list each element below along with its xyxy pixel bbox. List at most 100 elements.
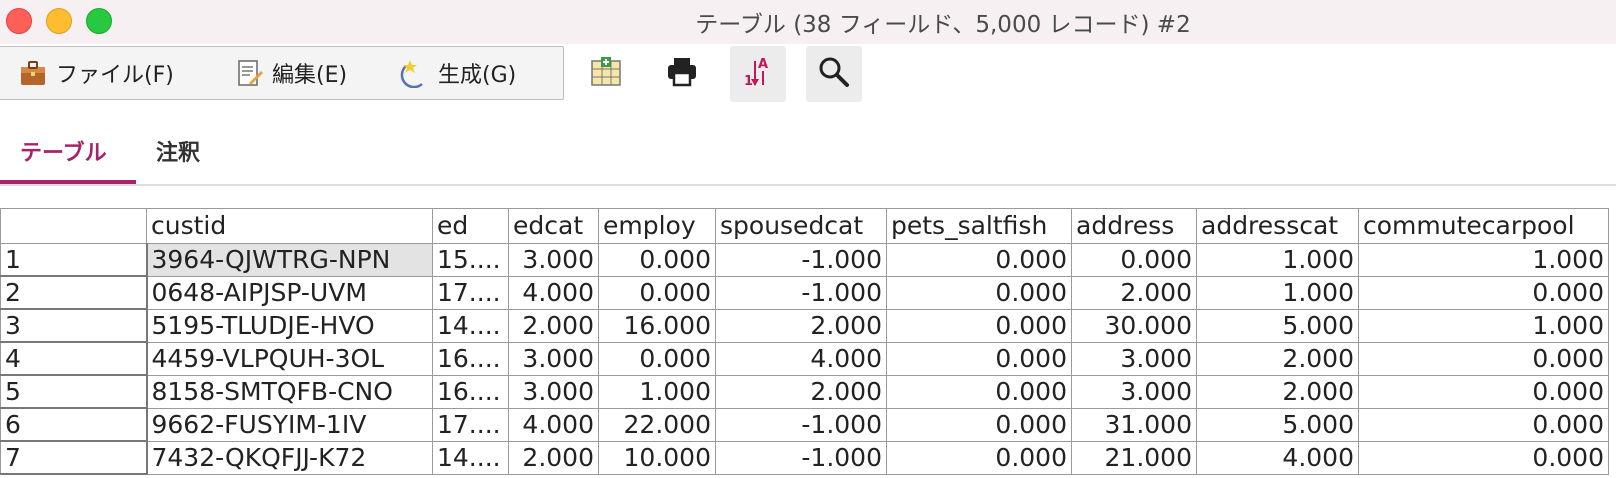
cell-custid[interactable]: 5195-TLUDJE-HVO bbox=[146, 308, 433, 343]
table-cell[interactable]: 0.000 bbox=[1358, 407, 1609, 442]
table-cell[interactable]: 4.000 bbox=[715, 341, 887, 376]
table-cell[interactable]: -1.000 bbox=[715, 407, 887, 442]
search-button[interactable] bbox=[806, 46, 862, 102]
table-cell[interactable]: 2.000 bbox=[1071, 275, 1197, 310]
table-cell[interactable]: 3.000 bbox=[508, 341, 599, 376]
table-cell[interactable]: 0.000 bbox=[1358, 440, 1609, 475]
column-header-employ[interactable]: employ bbox=[598, 208, 716, 244]
row-header[interactable]: 7 bbox=[0, 440, 148, 475]
table-cell[interactable]: 0.000 bbox=[886, 374, 1072, 409]
table-cell[interactable]: 5.000 bbox=[1196, 308, 1359, 343]
table-cell[interactable]: 4.000 bbox=[508, 275, 599, 310]
table-cell[interactable]: 0.000 bbox=[598, 341, 716, 376]
data-grid[interactable]: custid ed edcat employ spousedcat pets_s… bbox=[0, 208, 1616, 478]
table-row[interactable]: 3 5195-TLUDJE-HVO 14.... 2.000 16.000 2.000 0.… bbox=[0, 308, 1609, 343]
cell-ed[interactable]: 17.... bbox=[432, 275, 509, 310]
table-cell[interactable]: 21.000 bbox=[1071, 440, 1197, 475]
row-header[interactable]: 3 bbox=[0, 308, 148, 343]
file-menu-button[interactable]: ファイル(F) bbox=[18, 57, 174, 89]
row-header[interactable]: 1 bbox=[0, 243, 148, 277]
table-cell[interactable]: 1.000 bbox=[1196, 275, 1359, 310]
table-row[interactable]: 7 7432-QKQFJJ-K72 14.... 2.000 10.000 -1.000 0… bbox=[0, 440, 1609, 475]
table-cell[interactable]: 0.000 bbox=[886, 308, 1072, 343]
cell-ed[interactable]: 16.... bbox=[432, 374, 509, 409]
table-cell[interactable]: 0.000 bbox=[1358, 374, 1609, 409]
table-cell[interactable]: 10.000 bbox=[598, 440, 716, 475]
table-cell[interactable]: 3.000 bbox=[1071, 341, 1197, 376]
cell-custid[interactable]: 7432-QKQFJJ-K72 bbox=[146, 440, 433, 475]
table-row[interactable]: 4 4459-VLPQUH-3OL 16.... 3.000 0.000 4.000 0.0… bbox=[0, 341, 1609, 376]
column-header-addresscat[interactable]: addresscat bbox=[1196, 208, 1359, 244]
table-cell[interactable]: 0.000 bbox=[886, 341, 1072, 376]
table-cell[interactable]: -1.000 bbox=[715, 243, 887, 277]
table-cell[interactable]: 0.000 bbox=[1071, 243, 1197, 277]
cell-ed[interactable]: 14.... bbox=[432, 440, 509, 475]
edit-menu-button[interactable]: 編集(E) bbox=[234, 57, 347, 89]
cell-custid[interactable]: 0648-AIPJSP-UVM bbox=[146, 275, 433, 310]
row-header[interactable]: 5 bbox=[0, 374, 148, 409]
table-cell[interactable]: 0.000 bbox=[1358, 275, 1609, 310]
svg-text:A: A bbox=[758, 57, 768, 72]
sort-icon: A 1 bbox=[741, 55, 775, 93]
table-cell[interactable]: 0.000 bbox=[598, 243, 716, 277]
column-header-ed[interactable]: ed bbox=[432, 208, 509, 244]
table-cell[interactable]: 2.000 bbox=[715, 374, 887, 409]
tab-annotation[interactable]: 注釈 bbox=[156, 118, 200, 184]
table-cell[interactable]: 3.000 bbox=[508, 243, 599, 277]
generate-menu-button[interactable]: 生成(G) bbox=[400, 57, 516, 89]
table-cell[interactable]: 2.000 bbox=[1196, 374, 1359, 409]
table-cell[interactable]: 5.000 bbox=[1196, 407, 1359, 442]
table-cell[interactable]: 3.000 bbox=[1071, 374, 1197, 409]
table-cell[interactable]: 1.000 bbox=[1358, 308, 1609, 343]
row-header[interactable]: 4 bbox=[0, 341, 148, 376]
cell-custid[interactable]: 4459-VLPQUH-3OL bbox=[146, 341, 433, 376]
column-header-edcat[interactable]: edcat bbox=[508, 208, 599, 244]
cell-ed[interactable]: 16.... bbox=[432, 341, 509, 376]
table-row[interactable]: 6 9662-FUSYIM-1IV 17.... 4.000 22.000 -1.000 0… bbox=[0, 407, 1609, 442]
table-cell[interactable]: 0.000 bbox=[886, 243, 1072, 277]
print-button[interactable] bbox=[654, 46, 710, 102]
table-cell[interactable]: 30.000 bbox=[1071, 308, 1197, 343]
table-cell[interactable]: 0.000 bbox=[886, 275, 1072, 310]
table-cell[interactable]: 2.000 bbox=[508, 440, 599, 475]
sort-button[interactable]: A 1 bbox=[730, 46, 786, 102]
table-cell[interactable]: 16.000 bbox=[598, 308, 716, 343]
column-header-address[interactable]: address bbox=[1071, 208, 1197, 244]
table-row[interactable]: 1 3964-QJWTRG-NPN 15.... 3.000 0.000 -1.000 0.… bbox=[0, 243, 1609, 277]
add-table-button[interactable] bbox=[578, 46, 634, 102]
table-cell[interactable]: 0.000 bbox=[886, 407, 1072, 442]
column-header-spousedcat[interactable]: spousedcat bbox=[715, 208, 887, 244]
table-row[interactable]: 2 0648-AIPJSP-UVM 17.... 4.000 0.000 -1.000 0.… bbox=[0, 275, 1609, 310]
table-cell[interactable]: 0.000 bbox=[598, 275, 716, 310]
table-cell[interactable]: 2.000 bbox=[1196, 341, 1359, 376]
generate-menu-label: 生成(G) bbox=[438, 63, 517, 88]
cell-custid[interactable]: 8158-SMTQFB-CNO bbox=[146, 374, 433, 409]
table-cell[interactable]: 1.000 bbox=[1196, 243, 1359, 277]
table-cell[interactable]: 1.000 bbox=[1358, 243, 1609, 277]
table-row[interactable]: 5 8158-SMTQFB-CNO 16.... 3.000 1.000 2.000 0.0… bbox=[0, 374, 1609, 409]
row-header[interactable]: 6 bbox=[0, 407, 148, 442]
table-cell[interactable]: 0.000 bbox=[1358, 341, 1609, 376]
cell-custid[interactable]: 9662-FUSYIM-1IV bbox=[146, 407, 433, 442]
column-header-pets-saltfish[interactable]: pets_saltfish bbox=[886, 208, 1072, 244]
table-cell[interactable]: 1.000 bbox=[598, 374, 716, 409]
cell-ed[interactable]: 15.... bbox=[432, 243, 509, 277]
table-cell[interactable]: 2.000 bbox=[508, 308, 599, 343]
table-cell[interactable]: 2.000 bbox=[715, 308, 887, 343]
row-header[interactable]: 2 bbox=[0, 275, 148, 310]
table-cell[interactable]: 22.000 bbox=[598, 407, 716, 442]
column-header-commutecarpool[interactable]: commutecarpool bbox=[1358, 208, 1609, 244]
table-cell[interactable]: -1.000 bbox=[715, 440, 887, 475]
table-cell[interactable]: 31.000 bbox=[1071, 407, 1197, 442]
cell-ed[interactable]: 17.... bbox=[432, 407, 509, 442]
table-cell[interactable]: 4.000 bbox=[1196, 440, 1359, 475]
table-cell[interactable]: 3.000 bbox=[508, 374, 599, 409]
table-cell[interactable]: -1.000 bbox=[715, 275, 887, 310]
cell-ed[interactable]: 14.... bbox=[432, 308, 509, 343]
table-cell[interactable]: 4.000 bbox=[508, 407, 599, 442]
table-cell[interactable]: 0.000 bbox=[886, 440, 1072, 475]
cell-custid[interactable]: 3964-QJWTRG-NPN bbox=[146, 243, 433, 277]
file-menu-label: ファイル(F) bbox=[56, 63, 174, 88]
tab-table[interactable]: テーブル bbox=[20, 118, 107, 184]
column-header-custid[interactable]: custid bbox=[146, 208, 433, 244]
